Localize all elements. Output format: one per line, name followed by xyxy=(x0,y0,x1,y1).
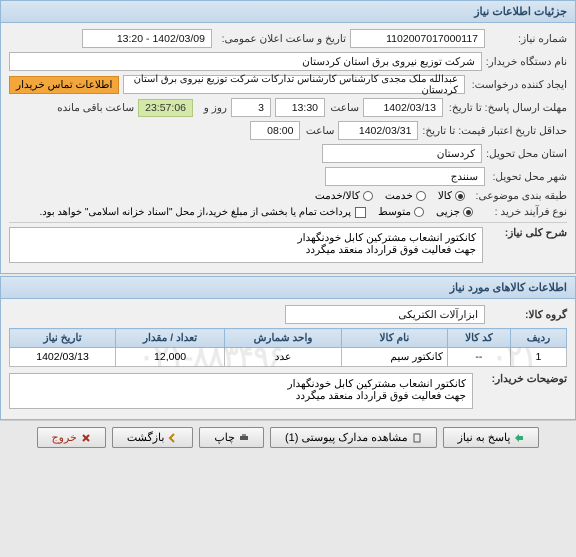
button-bar: پاسخ به نیاز مشاهده مدارک پیوستی (1) چاپ… xyxy=(0,420,576,454)
th-code: کد کالا xyxy=(447,329,510,348)
td-name: کانکتور سیم xyxy=(341,348,447,367)
process-note: پرداخت تمام یا بخشی از مبلغ خرید،از محل … xyxy=(39,207,351,218)
buyer-org-field: شرکت توزیع نیروی برق استان کردستان xyxy=(9,52,482,71)
ann-datetime-field: 1402/03/09 - 13:20 xyxy=(82,29,212,48)
buyer-notes-label: توضیحات خریدار: xyxy=(477,373,567,385)
panel-header: جزئیات اطلاعات نیاز xyxy=(1,1,575,23)
city-field: سنندج xyxy=(325,167,485,186)
divider xyxy=(9,222,567,223)
valid-date-field: 1402/03/31 xyxy=(338,121,418,140)
exit-icon xyxy=(81,433,91,443)
goods-form-area: گروه کالا: ابزارآلات الکتریکی ۰۲۱-۸۸۳۴۹۶… xyxy=(1,299,575,419)
valid-label: حداقل تاریخ اعتبار قیمت: تا تاریخ: xyxy=(422,125,567,137)
goods-panel-title: اطلاعات کالاهای مورد نیاز xyxy=(450,282,567,294)
print-icon xyxy=(239,433,249,443)
reply-icon xyxy=(514,433,524,443)
td-unit: عدد xyxy=(225,348,342,367)
requester-label: ایجاد کننده درخواست: xyxy=(469,79,567,91)
radio-dot-icon xyxy=(455,191,465,201)
buyer-notes-textarea: کانکتور انشعاب مشترکین کابل خودنگهدار جه… xyxy=(9,373,473,409)
subject-cat-label: طبقه بندی موضوعی: xyxy=(469,190,567,202)
panel-title: جزئیات اطلاعات نیاز xyxy=(474,6,567,18)
remain-time-badge: 23:57:06 xyxy=(138,99,193,117)
th-need-date: تاریخ نیاز xyxy=(10,329,116,348)
contact-badge[interactable]: اطلاعات تماس خریدار xyxy=(9,76,119,94)
td-row: 1 xyxy=(510,348,566,367)
province-label: استان محل تحویل: xyxy=(486,148,567,160)
radio-goods[interactable]: کالا xyxy=(438,190,465,202)
radio-service[interactable]: خدمت xyxy=(385,190,426,202)
reply-time-field: 13:30 xyxy=(275,98,325,117)
need-number-field: 1102007017000117 xyxy=(350,29,485,48)
radio-medium[interactable]: متوسط xyxy=(378,206,424,218)
days-label: روز و xyxy=(197,102,227,114)
goods-panel-header: اطلاعات کالاهای مورد نیاز xyxy=(1,277,575,299)
table-row[interactable]: 1 -- کانکتور سیم عدد 12,000 1402/03/13 xyxy=(10,348,567,367)
remain-label: ساعت باقی مانده xyxy=(57,102,134,114)
province-field: کردستان xyxy=(322,144,482,163)
radio-goods-service[interactable]: کالا/خدمت xyxy=(315,190,373,202)
td-qty: 12,000 xyxy=(116,348,225,367)
valid-time-field: 08:00 xyxy=(250,121,300,140)
buyer-org-label: نام دستگاه خریدار: xyxy=(486,56,567,68)
radio-dot-icon xyxy=(416,191,426,201)
city-label: شهر محل تحویل: xyxy=(489,171,567,183)
days-field: 3 xyxy=(231,98,271,117)
treasury-checkbox[interactable] xyxy=(355,207,366,218)
respond-button[interactable]: پاسخ به نیاز xyxy=(443,427,540,448)
radio-dot-icon xyxy=(463,207,473,217)
time-label-2: ساعت xyxy=(304,125,334,137)
td-code: -- xyxy=(447,348,510,367)
td-need-date: 1402/03/13 xyxy=(10,348,116,367)
ann-datetime-label: تاریخ و ساعت اعلان عمومی: xyxy=(216,33,346,45)
radio-dot-icon xyxy=(363,191,373,201)
goods-group-label: گروه کالا: xyxy=(489,309,567,321)
print-button[interactable]: چاپ xyxy=(199,427,264,448)
back-icon xyxy=(168,433,178,443)
exit-button[interactable]: خروج xyxy=(37,427,106,448)
need-number-label: شماره نیاز: xyxy=(489,33,567,45)
back-button[interactable]: بازگشت xyxy=(112,427,194,448)
goods-table: ردیف کد کالا نام کالا واحد شمارش تعداد /… xyxy=(9,328,567,367)
process-label: نوع فرآیند خرید : xyxy=(477,206,567,218)
radio-small[interactable]: جزیی xyxy=(436,206,473,218)
requester-field: عبدالله ملک مجدی کارشناس کارشناس تدارکات… xyxy=(123,75,465,94)
th-qty: تعداد / مقدار xyxy=(116,329,225,348)
th-name: نام کالا xyxy=(341,329,447,348)
goods-group-field: ابزارآلات الکتریکی xyxy=(285,305,485,324)
desc-textarea: کانکتور انشعاب مشترکین کابل خودنگهدار جه… xyxy=(9,227,483,263)
goods-panel: اطلاعات کالاهای مورد نیاز گروه کالا: ابز… xyxy=(0,276,576,420)
form-area: شماره نیاز: 1102007017000117 تاریخ و ساع… xyxy=(1,23,575,273)
desc-label: شرح کلی نیاز: xyxy=(487,227,567,239)
docs-button[interactable]: مشاهده مدارک پیوستی (1) xyxy=(270,427,437,448)
reply-date-field: 1402/03/13 xyxy=(363,98,443,117)
th-row: ردیف xyxy=(510,329,566,348)
details-panel: جزئیات اطلاعات نیاز شماره نیاز: 11020070… xyxy=(0,0,576,274)
attachment-icon xyxy=(412,433,422,443)
time-label-1: ساعت xyxy=(329,102,359,114)
th-unit: واحد شمارش xyxy=(225,329,342,348)
radio-dot-icon xyxy=(414,207,424,217)
reply-deadline-label: مهلت ارسال پاسخ: تا تاریخ: xyxy=(447,102,567,114)
